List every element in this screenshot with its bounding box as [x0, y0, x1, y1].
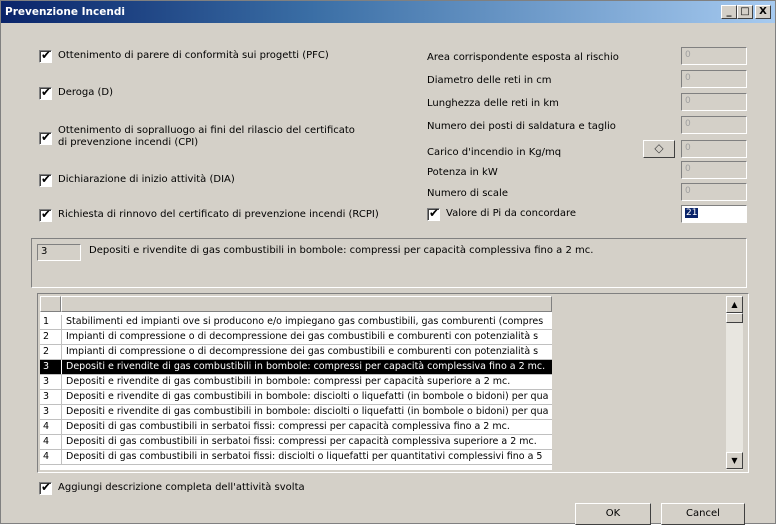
grid-header-number[interactable] — [40, 296, 61, 312]
checkbox-pfc[interactable]: ✔ — [39, 48, 52, 63]
title-buttons: _ □ X — [721, 5, 771, 19]
carico-label: Carico d'incendio in Kg/mq — [427, 147, 562, 158]
activity-list[interactable]: 1 Stabilimenti ed impianti ove si produco… — [37, 293, 749, 473]
list-scrollbar[interactable]: ▲ ▼ — [726, 296, 743, 470]
area-field[interactable]: 0 — [681, 47, 747, 65]
option-pfc[interactable]: ✔ Ottenimento di parere di conformità su… — [39, 48, 329, 63]
add-description-checkbox[interactable]: ✔ — [39, 480, 52, 495]
grid-header — [40, 296, 552, 312]
table-row[interactable]: 4 Depositi di gas combustibili in serbato… — [40, 450, 552, 465]
scroll-thumb[interactable] — [726, 313, 743, 323]
checkbox-deroga[interactable]: ✔ — [39, 85, 52, 100]
diametro-label: Diametro delle reti in cm — [427, 75, 552, 86]
lunghezza-label: Lunghezza delle reti in km — [427, 98, 559, 109]
table-row[interactable]: 2 Impianti di compressione o di decompres… — [40, 330, 552, 345]
option-dia-label: Dichiarazione di inizio attività (DIA) — [58, 174, 235, 185]
check-mark-icon: ✔ — [41, 85, 52, 99]
table-row[interactable]: 4 Depositi di gas combustibili in serbato… — [40, 420, 552, 435]
option-cpi[interactable]: ✔ Ottenimento di sopralluogo ai fini del… — [39, 125, 389, 149]
check-mark-icon: ✔ — [41, 207, 52, 221]
detail-text: Depositi e rivendite di gas combustibili… — [89, 245, 594, 256]
potenza-label: Potenza in kW — [427, 167, 498, 178]
cancel-button[interactable]: Cancel — [661, 503, 745, 525]
option-deroga[interactable]: ✔ Deroga (D) — [39, 85, 114, 100]
scale-field[interactable]: 0 — [681, 183, 747, 201]
table-row[interactable]: 3 Depositi e rivendite di gas combustibil… — [40, 375, 552, 390]
carico-field[interactable]: 0 — [681, 140, 747, 158]
check-mark-icon: ✔ — [41, 130, 52, 144]
table-row[interactable]: 3 Depositi e rivendite di gas combustibil… — [40, 405, 552, 420]
option-rcpi-label: Richiesta di rinnovo del certificato di … — [58, 209, 379, 220]
minimize-button[interactable]: _ — [721, 5, 737, 19]
activity-grid[interactable]: 1 Stabilimenti ed impianti ove si produco… — [40, 296, 552, 470]
scroll-down-icon[interactable]: ▼ — [726, 452, 743, 469]
valore-pi-field[interactable]: 21 — [681, 205, 747, 223]
valore-pi-option[interactable]: ✔ Valore di Pi da concordare — [427, 206, 577, 221]
table-row[interactable]: 2 Impianti di compressione o di decompres… — [40, 345, 552, 360]
window-title: Prevenzione Incendi — [5, 6, 125, 18]
table-row[interactable]: 1 Stabilimenti ed impianti ove si produco… — [40, 315, 552, 330]
add-description-option[interactable]: ✔ Aggiungi descrizione completa dell'att… — [39, 480, 305, 495]
area-label: Area corrispondente esposta al rischio — [427, 52, 619, 63]
title-bar: Prevenzione Incendi _ □ X — [1, 1, 775, 23]
grid-header-description[interactable] — [61, 296, 552, 312]
option-dia[interactable]: ✔ Dichiarazione di inizio attività (DIA) — [39, 172, 235, 187]
potenza-field[interactable]: 0 — [681, 161, 747, 179]
checkbox-cpi[interactable]: ✔ — [39, 130, 52, 145]
saldatura-label: Numero dei posti di saldatura e taglio — [427, 121, 616, 132]
checkbox-dia[interactable]: ✔ — [39, 172, 52, 187]
valore-pi-checkbox[interactable]: ✔ — [427, 206, 440, 221]
detail-code: 3 — [37, 244, 81, 261]
check-mark-icon: ✔ — [41, 480, 52, 494]
eye-icon[interactable]: ◇ — [643, 140, 675, 158]
check-mark-icon: ✔ — [41, 48, 52, 62]
saldatura-field[interactable]: 0 — [681, 116, 747, 134]
table-row[interactable]: 3 Depositi e rivendite di gas combustibil… — [40, 390, 552, 405]
ok-button[interactable]: OK — [575, 503, 651, 525]
add-description-label: Aggiungi descrizione completa dell'attiv… — [58, 482, 305, 493]
scroll-up-icon[interactable]: ▲ — [726, 296, 743, 313]
valore-pi-value: 21 — [685, 208, 699, 218]
option-deroga-label: Deroga (D) — [58, 87, 114, 98]
option-pfc-label: Ottenimento di parere di conformità sui … — [58, 50, 329, 61]
close-button[interactable]: X — [755, 5, 771, 19]
dialog-window: Prevenzione Incendi _ □ X ✔ Ottenimento … — [0, 0, 776, 525]
checkbox-rcpi[interactable]: ✔ — [39, 207, 52, 222]
lunghezza-field[interactable]: 0 — [681, 93, 747, 111]
option-cpi-label: Ottenimento di sopralluogo ai fini del r… — [58, 125, 355, 148]
table-row-selected[interactable]: 3 Depositi e rivendite di gas combustibil… — [40, 360, 552, 375]
option-rcpi[interactable]: ✔ Richiesta di rinnovo del certificato d… — [39, 207, 379, 222]
table-row[interactable]: 4 Depositi di gas combustibili in serbato… — [40, 435, 552, 450]
check-mark-icon: ✔ — [429, 206, 440, 220]
diametro-field[interactable]: 0 — [681, 70, 747, 88]
valore-pi-label: Valore di Pi da concordare — [446, 208, 577, 219]
maximize-button[interactable]: □ — [737, 5, 753, 19]
check-mark-icon: ✔ — [41, 172, 52, 186]
scale-label: Numero di scale — [427, 188, 508, 199]
